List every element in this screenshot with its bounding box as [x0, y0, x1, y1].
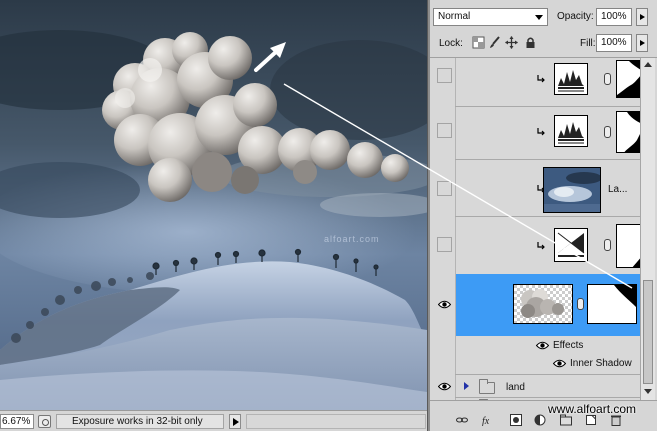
inner-shadow-effect-row[interactable]: Inner Shadow — [456, 355, 640, 373]
inner-shadow-label: Inner Shadow — [570, 358, 632, 369]
mask-link-icon[interactable] — [577, 298, 584, 310]
lock-all-padlock-icon[interactable] — [524, 36, 537, 49]
eye-icon[interactable] — [536, 341, 549, 350]
blend-mode-select[interactable]: Normal — [433, 8, 548, 26]
curves-adjustment-icon — [554, 228, 588, 262]
eye-icon[interactable] — [553, 359, 566, 368]
layer-mask-thumbnail[interactable] — [616, 60, 640, 98]
status-message: Exposure works in 32-bit only — [56, 414, 224, 429]
canvas-watermark: alfoart.com — [324, 234, 380, 244]
scroll-up-arrow-icon[interactable] — [643, 60, 653, 70]
blend-mode-value: Normal — [438, 11, 471, 22]
document-canvas[interactable]: alfoart.com — [0, 0, 427, 410]
lock-label: Lock: — [439, 38, 463, 49]
group-row-land[interactable]: land — [430, 375, 640, 397]
svg-text:fx: fx — [482, 416, 490, 426]
fill-label: Fill: — [580, 38, 596, 49]
clipping-arrow-icon — [537, 128, 545, 136]
clipping-arrow-icon — [537, 75, 545, 83]
visibility-toggle[interactable] — [437, 123, 452, 138]
mask-link-icon[interactable] — [604, 73, 611, 85]
fill-slider-button[interactable] — [636, 34, 648, 52]
effects-label: Effects — [553, 340, 584, 351]
lock-pixels-brush-icon[interactable] — [488, 36, 501, 49]
expand-triangle-icon[interactable] — [464, 382, 469, 390]
group-name[interactable]: land — [506, 382, 525, 393]
layer-name[interactable]: La... — [608, 184, 627, 195]
add-mask-icon[interactable] — [510, 414, 522, 426]
layer-row-cloud[interactable] — [430, 274, 640, 336]
clipping-arrow-icon — [537, 242, 545, 250]
mask-link-icon[interactable] — [604, 239, 611, 251]
scroll-down-arrow-icon[interactable] — [643, 386, 653, 396]
new-adjustment-layer-icon[interactable] — [534, 414, 546, 426]
document-info-icon[interactable] — [38, 415, 51, 428]
link-layers-icon[interactable] — [456, 414, 468, 426]
visibility-toggle[interactable] — [437, 237, 452, 252]
layer-list: La... Effects Inner Shadow land — [430, 58, 640, 400]
lock-transparency-icon[interactable] — [472, 36, 485, 49]
layer-mask-thumbnail[interactable] — [616, 224, 640, 268]
fill-input[interactable]: 100% — [596, 34, 632, 52]
cloud-layer-mask-thumbnail[interactable] — [587, 284, 637, 324]
zoom-level-field[interactable]: 6.67% — [0, 414, 34, 429]
visibility-toggle[interactable] — [437, 68, 452, 83]
layer-style-fx-icon[interactable]: fx — [482, 414, 494, 426]
opacity-slider-button[interactable] — [636, 8, 648, 26]
chevron-down-icon — [535, 15, 543, 20]
layer-row-curves[interactable] — [430, 217, 640, 274]
status-bar: 6.67% Exposure works in 32-bit only — [0, 410, 429, 431]
status-menu-arrow-button[interactable] — [229, 414, 241, 429]
lock-position-move-icon[interactable] — [505, 36, 518, 49]
photo-composite — [0, 0, 427, 410]
layer-mask-thumbnail[interactable] — [616, 111, 640, 153]
layer-row-levels-2[interactable] — [430, 107, 640, 160]
levels-adjustment-icon — [554, 115, 588, 147]
mask-link-icon[interactable] — [604, 126, 611, 138]
eye-icon[interactable] — [438, 300, 451, 309]
site-credit: www.alfoart.com — [548, 402, 637, 416]
visibility-toggle[interactable] — [437, 181, 452, 196]
layer-row-levels-1[interactable] — [430, 58, 640, 108]
opacity-label: Opacity: — [557, 11, 594, 22]
opacity-input[interactable]: 100% — [596, 8, 632, 26]
horizontal-scrollbar[interactable] — [246, 414, 426, 429]
layers-scrollbar[interactable] — [640, 58, 655, 400]
scroll-thumb[interactable] — [643, 280, 653, 384]
folder-icon — [479, 379, 495, 394]
layers-panel: Normal Opacity: 100% Lock: Fill: 100% La… — [430, 0, 657, 431]
layer-effects-row[interactable]: Effects — [456, 337, 640, 355]
cloud-layer-thumbnail[interactable] — [513, 284, 573, 324]
layer-thumbnail[interactable] — [543, 167, 601, 213]
eye-icon[interactable] — [438, 382, 451, 391]
levels-adjustment-icon — [554, 63, 588, 95]
layer-row-image[interactable]: La... — [430, 160, 640, 217]
